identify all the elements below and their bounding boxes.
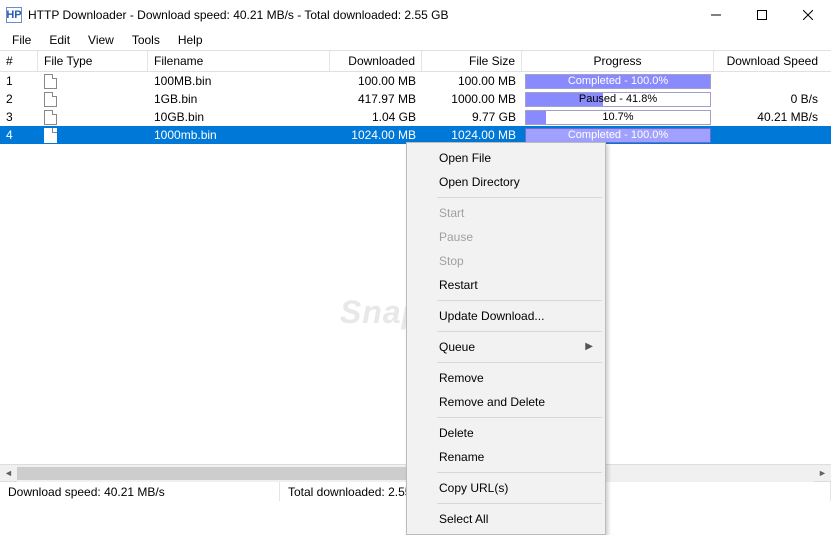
cm-stop[interactable]: Stop	[409, 249, 603, 273]
scroll-left-arrow-icon[interactable]: ◄	[0, 465, 17, 482]
cm-separator	[437, 417, 602, 418]
cell-speed: 40.21 MB/s	[714, 110, 824, 124]
column-num[interactable]: #	[0, 51, 38, 71]
cell-filename: 1GB.bin	[148, 92, 330, 106]
cell-filename: 10GB.bin	[148, 110, 330, 124]
minimize-button[interactable]	[693, 0, 739, 30]
cell-filetype	[38, 109, 148, 124]
table-header: # File Type Filename Downloaded File Siz…	[0, 50, 831, 72]
progress-bar: Paused - 41.8%	[525, 92, 711, 107]
cell-num: 3	[0, 110, 38, 124]
cell-filename: 100MB.bin	[148, 74, 330, 88]
cm-restart[interactable]: Restart	[409, 273, 603, 297]
cell-downloaded: 1024.00 MB	[330, 128, 422, 142]
column-speed[interactable]: Download Speed	[714, 51, 824, 71]
cell-filesize: 1024.00 MB	[422, 128, 522, 142]
file-icon	[44, 128, 57, 143]
cm-separator	[437, 503, 602, 504]
progress-label: Completed - 100.0%	[526, 75, 710, 88]
cell-progress: Completed - 100.0%	[522, 127, 714, 144]
cell-filesize: 9.77 GB	[422, 110, 522, 124]
cell-filename: 1000mb.bin	[148, 128, 330, 142]
menu-file[interactable]: File	[4, 31, 39, 49]
cell-filetype	[38, 91, 148, 106]
progress-bar: Completed - 100.0%	[525, 74, 711, 89]
submenu-arrow-icon: ▶	[585, 341, 593, 352]
cm-separator	[437, 331, 602, 332]
cm-separator	[437, 472, 602, 473]
window-controls	[693, 0, 831, 30]
cell-downloaded: 100.00 MB	[330, 74, 422, 88]
progress-label: Completed - 100.0%	[526, 129, 710, 142]
window-title: HTTP Downloader - Download speed: 40.21 …	[28, 8, 448, 22]
file-icon	[44, 110, 57, 125]
file-icon	[44, 92, 57, 107]
cell-progress: Completed - 100.0%	[522, 73, 714, 90]
cm-queue[interactable]: Queue ▶	[409, 335, 603, 359]
progress-label: Paused - 41.8%	[526, 93, 710, 106]
app-icon: HP	[6, 7, 22, 23]
cm-open-directory[interactable]: Open Directory	[409, 170, 603, 194]
table-row[interactable]: 2 1GB.bin417.97 MB1000.00 MB Paused - 41.8…	[0, 90, 831, 108]
cell-speed: 0 B/s	[714, 92, 824, 106]
cm-pause[interactable]: Pause	[409, 225, 603, 249]
context-menu: Open File Open Directory Start Pause Sto…	[406, 142, 606, 535]
menubar: File Edit View Tools Help	[0, 30, 831, 50]
status-download-speed: Download speed: 40.21 MB/s	[0, 482, 280, 501]
cm-delete[interactable]: Delete	[409, 421, 603, 445]
cm-open-file[interactable]: Open File	[409, 146, 603, 170]
menu-help[interactable]: Help	[170, 31, 211, 49]
cm-remove[interactable]: Remove	[409, 366, 603, 390]
titlebar: HP HTTP Downloader - Download speed: 40.…	[0, 0, 831, 30]
cell-downloaded: 1.04 GB	[330, 110, 422, 124]
cell-num: 4	[0, 128, 38, 142]
cell-downloaded: 417.97 MB	[330, 92, 422, 106]
cell-filetype	[38, 73, 148, 88]
cm-select-all[interactable]: Select All	[409, 507, 603, 531]
cell-num: 2	[0, 92, 38, 106]
cm-separator	[437, 300, 602, 301]
progress-label: 10.7%	[526, 111, 710, 124]
cell-progress: Paused - 41.8%	[522, 91, 714, 108]
table-row[interactable]: 1100MB.bin100.00 MB100.00 MBCompleted - …	[0, 72, 831, 90]
column-downloaded[interactable]: Downloaded	[330, 51, 422, 71]
cm-remove-and-delete[interactable]: Remove and Delete	[409, 390, 603, 414]
cell-filesize: 100.00 MB	[422, 74, 522, 88]
maximize-button[interactable]	[739, 0, 785, 30]
column-filesize[interactable]: File Size	[422, 51, 522, 71]
cell-progress: 10.7%	[522, 109, 714, 126]
column-filename[interactable]: Filename	[148, 51, 330, 71]
cell-num: 1	[0, 74, 38, 88]
progress-bar: 10.7%	[525, 110, 711, 125]
cm-separator	[437, 362, 602, 363]
column-progress[interactable]: Progress	[522, 51, 714, 71]
cell-filesize: 1000.00 MB	[422, 92, 522, 106]
cm-update-download[interactable]: Update Download...	[409, 304, 603, 328]
scroll-right-arrow-icon[interactable]: ►	[814, 465, 831, 482]
download-list: 1100MB.bin100.00 MB100.00 MBCompleted - …	[0, 72, 831, 144]
cm-copy-urls[interactable]: Copy URL(s)	[409, 476, 603, 500]
cm-queue-label: Queue	[439, 340, 475, 354]
menu-view[interactable]: View	[80, 31, 122, 49]
cell-filetype	[38, 127, 148, 142]
cm-rename[interactable]: Rename	[409, 445, 603, 469]
menu-tools[interactable]: Tools	[124, 31, 168, 49]
table-row[interactable]: 3 10GB.bin1.04 GB9.77 GB 10.7% 40.21 MB/s	[0, 108, 831, 126]
file-icon	[44, 74, 57, 89]
cm-start[interactable]: Start	[409, 201, 603, 225]
menu-edit[interactable]: Edit	[41, 31, 78, 49]
cm-separator	[437, 197, 602, 198]
close-button[interactable]	[785, 0, 831, 30]
progress-bar: Completed - 100.0%	[525, 128, 711, 143]
column-filetype[interactable]: File Type	[38, 51, 148, 71]
